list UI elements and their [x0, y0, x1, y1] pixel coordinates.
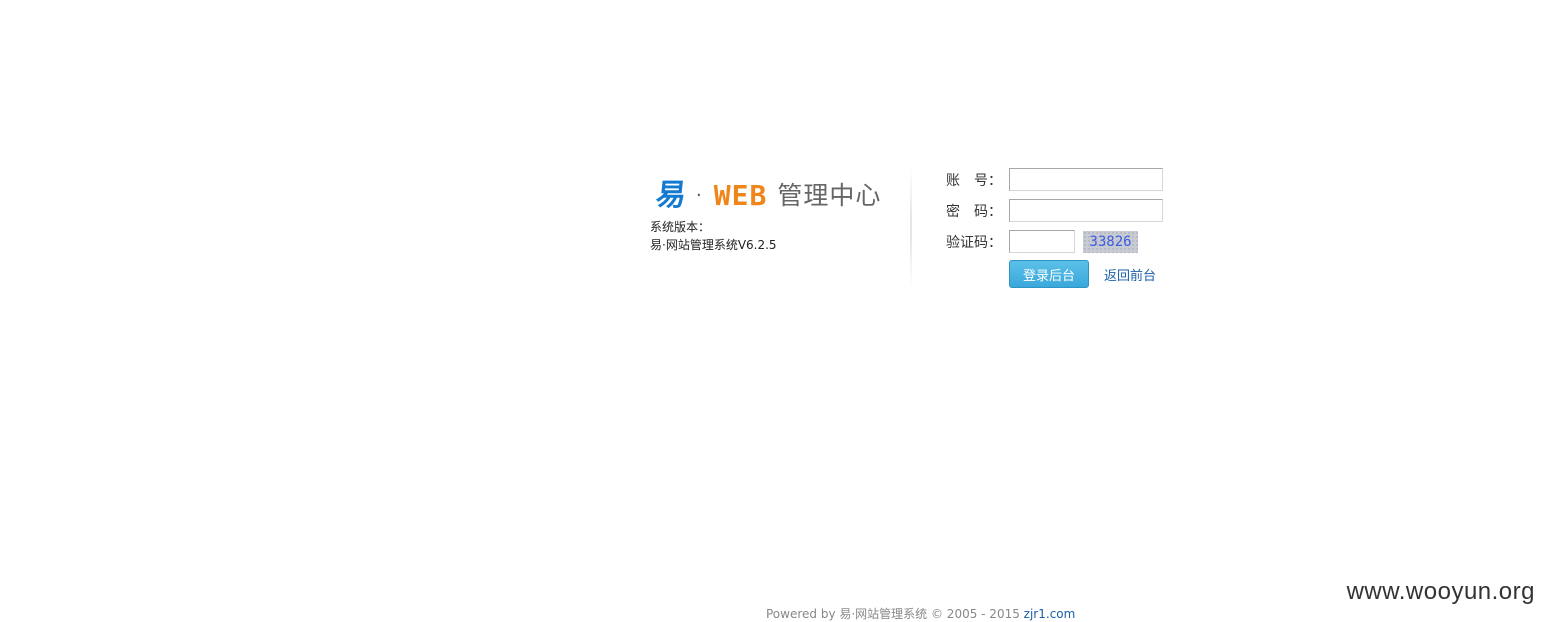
logo-dot: ·: [696, 185, 702, 206]
divider: [910, 168, 912, 288]
account-label: 账号：: [946, 172, 1002, 189]
footer: Powered by 易·网站管理系统 © 2005 - 2015 zjr1.c…: [766, 605, 1075, 622]
password-input[interactable]: [1009, 199, 1163, 222]
logo-web-text: WEB: [713, 179, 768, 212]
password-row: 密码：: [946, 198, 1163, 223]
action-row: 登录后台 返回前台: [1009, 260, 1163, 288]
logo-yi-mark: 易: [654, 178, 688, 213]
footer-link[interactable]: zjr1.com: [1024, 607, 1076, 621]
brand-block: 易 · WEB 管理中心 系统版本： 易·网站管理系统V6.2.5: [650, 176, 890, 254]
back-to-frontend-link[interactable]: 返回前台: [1104, 265, 1156, 284]
watermark: www.wooyun.org: [1346, 578, 1535, 605]
logo: 易 · WEB 管理中心: [650, 176, 890, 216]
captcha-input[interactable]: [1009, 230, 1075, 253]
login-page: 易 · WEB 管理中心 系统版本： 易·网站管理系统V6.2.5 账号： 密码…: [0, 0, 1544, 622]
logo-title: 管理中心: [777, 181, 882, 210]
captcha-image[interactable]: 33826: [1083, 230, 1138, 253]
login-button[interactable]: 登录后台: [1009, 260, 1089, 288]
account-input[interactable]: [1009, 168, 1163, 191]
version-label: 系统版本：: [650, 220, 711, 234]
password-label: 密码：: [946, 203, 1002, 220]
captcha-label: 验证码：: [946, 234, 1002, 251]
captcha-row: 验证码： 33826: [946, 229, 1163, 254]
login-form: 账号： 密码： 验证码： 33826 登录后台 返回前台: [946, 167, 1163, 288]
account-row: 账号：: [946, 167, 1163, 192]
footer-text: Powered by 易·网站管理系统 © 2005 - 2015: [766, 607, 1024, 621]
version-value: 易·网站管理系统V6.2.5: [650, 238, 777, 252]
